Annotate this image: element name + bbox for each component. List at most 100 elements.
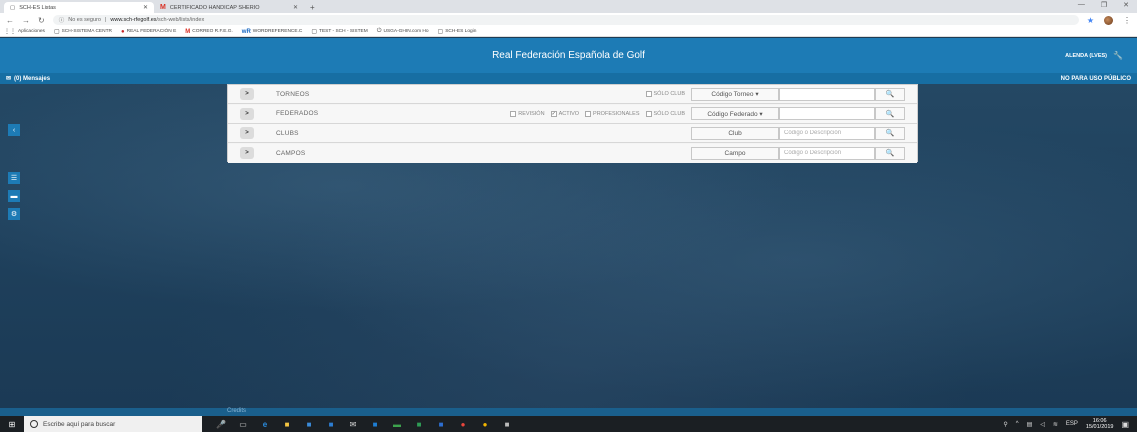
wrench-icon[interactable]: 🔧 — [1113, 51, 1123, 60]
photos-icon[interactable]: ■ — [502, 419, 512, 429]
app-viewport: Real Federación Española de Golf ALENDA … — [0, 38, 1137, 408]
wifi-icon[interactable]: ≋ — [1053, 421, 1058, 428]
expand-clubs-button[interactable]: > — [240, 127, 254, 139]
app-subbar: ✉ (0) Mensajes NO PARA USO PÚBLICO — [0, 73, 1137, 84]
bookmark-label: SCH-ES Login — [445, 29, 477, 34]
checkbox-solo-club-torneos[interactable]: SÓLO CLUB — [645, 91, 685, 97]
mail-icon[interactable]: ✉ — [348, 419, 358, 429]
sidebar-collapse-button[interactable]: ‹ — [8, 124, 20, 136]
search-panel: > TORNEOS SÓLO CLUB Código Torneo ▾ 🔍 > … — [227, 84, 918, 163]
browser-tab-sch-listas[interactable]: ▢ SCH-ES Listas ✕ — [4, 2, 154, 13]
chevron-right-icon: > — [245, 110, 249, 117]
checkbox-box[interactable] — [585, 110, 592, 117]
excel-icon[interactable]: ■ — [414, 419, 424, 429]
codigo-torneo-dropdown[interactable]: Código Torneo ▾ — [691, 87, 779, 101]
network-icon[interactable]: ▤ — [1027, 421, 1033, 428]
file-explorer-icon[interactable]: ■ — [282, 419, 292, 429]
profile-avatar[interactable] — [1104, 15, 1113, 25]
page-icon: ▢ — [53, 29, 60, 35]
expand-campos-button[interactable]: > — [240, 147, 254, 159]
chrome-active-icon[interactable]: ● — [480, 419, 490, 429]
calculator-icon[interactable]: ■ — [326, 419, 336, 429]
list-icon: ☰ — [10, 175, 18, 182]
bookmark-sch-sistema[interactable]: ▢ SCH-SISTEMA CENTR — [54, 28, 112, 35]
checkbox-activo[interactable]: ✓ ACTIVO — [550, 110, 580, 117]
chevron-up-icon[interactable]: ^ — [1016, 421, 1019, 427]
close-tab-icon[interactable]: ✕ — [143, 4, 148, 11]
row-label: CLUBS — [276, 129, 299, 137]
omnibox[interactable]: ⓘ No es seguro | www.sch-rfegolf.es/sch-… — [52, 15, 1079, 25]
sidebar-card-button[interactable]: ▬ — [8, 190, 20, 202]
credits-link[interactable]: Credits — [227, 408, 246, 414]
checkbox-profesionales[interactable]: PROFESIONALES — [585, 110, 640, 117]
search-federados-button[interactable]: 🔍 — [875, 107, 905, 120]
expand-federados-button[interactable]: > — [240, 107, 254, 120]
close-window-icon[interactable]: ✕ — [1123, 1, 1129, 9]
bookmark-usga[interactable]: ⏻ USGA-GHIN.com Ho — [377, 28, 429, 35]
browser-tab-certificado[interactable]: M CERTIFICADO HANDICAP SHERIO ✕ — [154, 2, 304, 13]
gmail-icon: M — [160, 4, 166, 11]
app-green-icon[interactable]: ▬ — [392, 419, 402, 429]
bookmark-apps[interactable]: ⋮⋮ Aplicaciones — [4, 28, 45, 35]
close-tab-icon[interactable]: ✕ — [293, 4, 298, 11]
restore-icon[interactable]: ❐ — [1101, 1, 1107, 9]
torneo-search-input[interactable] — [779, 87, 875, 101]
taskbar-apps: 🎤 ▭ e ■ ■ ■ ✉ ■ ▬ ■ ■ ● ● ■ — [216, 419, 512, 429]
checkbox-revision[interactable]: REVISIÓN — [510, 110, 545, 117]
user-menu[interactable]: ALENDA (LVES) 🔧 — [1065, 51, 1123, 60]
bookmark-wordreference[interactable]: wR WORDREFERENCE.C — [242, 29, 303, 35]
cortana-icon — [30, 420, 38, 428]
windows-start-icon[interactable]: ⊞ — [0, 416, 24, 432]
people-icon[interactable]: ⚲ — [1003, 421, 1007, 428]
clock[interactable]: 16:06 15/01/2019 — [1086, 418, 1114, 430]
notifications-icon[interactable]: ▣ — [1121, 420, 1129, 429]
language-indicator[interactable]: ESP — [1066, 421, 1078, 427]
bookmark-test-sch[interactable]: ▢ TEST - SCH - SISTEM — [311, 28, 367, 35]
checkbox-solo-club-federados[interactable]: SÓLO CLUB — [645, 110, 685, 117]
bookmark-sch-login[interactable]: ▢ SCH-ES Login — [438, 28, 477, 35]
reload-icon[interactable]: ↻ — [38, 16, 45, 25]
info-icon[interactable]: ⓘ — [59, 16, 65, 24]
chevron-right-icon: > — [245, 91, 249, 97]
new-tab-button[interactable]: + — [310, 2, 315, 13]
checkbox-label: ACTIVO — [558, 110, 580, 117]
checkbox-box[interactable] — [645, 91, 652, 97]
outlook-icon[interactable]: ■ — [370, 419, 380, 429]
microphone-icon[interactable]: 🎤 — [216, 419, 226, 429]
minimize-icon[interactable]: — — [1078, 1, 1085, 9]
checkbox-box[interactable] — [645, 110, 652, 117]
chrome-icon[interactable]: ● — [458, 419, 468, 429]
sidebar-list-button[interactable]: ☰ — [8, 172, 20, 184]
search-torneos-button[interactable]: 🔍 — [875, 87, 905, 101]
word-icon[interactable]: ■ — [436, 419, 446, 429]
volume-icon[interactable]: ◁ — [1040, 421, 1045, 428]
wr-icon: wR — [241, 28, 251, 35]
expand-torneos-button[interactable]: > — [240, 88, 254, 100]
checkbox-label: SÓLO CLUB — [653, 91, 685, 97]
club-search-input[interactable] — [779, 126, 875, 140]
store-icon[interactable]: ■ — [304, 419, 314, 429]
toolbar-right: ★ ⋮ — [1087, 15, 1131, 25]
sidebar-settings-button[interactable]: ⚙ — [8, 208, 20, 220]
campo-search-input[interactable] — [779, 146, 875, 160]
bookmark-correo[interactable]: M CORREO R.F.E.G. — [185, 29, 233, 35]
forward-icon[interactable]: → — [22, 16, 30, 25]
search-clubs-button[interactable]: 🔍 — [875, 126, 905, 140]
edge-icon[interactable]: e — [260, 419, 270, 429]
bookmark-label: SCH-SISTEMA CENTR — [61, 29, 112, 34]
back-icon[interactable]: ← — [6, 16, 14, 25]
taskbar-search-box[interactable]: Escribe aquí para buscar — [24, 416, 202, 432]
checkbox-label: PROFESIONALES — [593, 110, 640, 117]
search-campos-button[interactable]: 🔍 — [875, 146, 905, 160]
menu-icon[interactable]: ⋮ — [1123, 16, 1131, 25]
search-group-torneos: Código Torneo ▾ 🔍 — [691, 87, 905, 101]
messages-link[interactable]: ✉ (0) Mensajes — [6, 75, 50, 83]
task-view-icon[interactable]: ▭ — [238, 419, 248, 429]
row-campos: > CAMPOS Campo 🔍 — [228, 143, 917, 163]
codigo-federado-dropdown[interactable]: Código Federado ▾ — [691, 107, 779, 120]
bookmark-rfeg[interactable]: ● REAL FEDERACIÓN E — [121, 29, 176, 35]
checkbox-box[interactable] — [510, 110, 517, 117]
checkbox-box-checked[interactable]: ✓ — [550, 110, 557, 117]
federado-search-input[interactable] — [779, 107, 875, 120]
bookmark-star-icon[interactable]: ★ — [1087, 16, 1094, 25]
